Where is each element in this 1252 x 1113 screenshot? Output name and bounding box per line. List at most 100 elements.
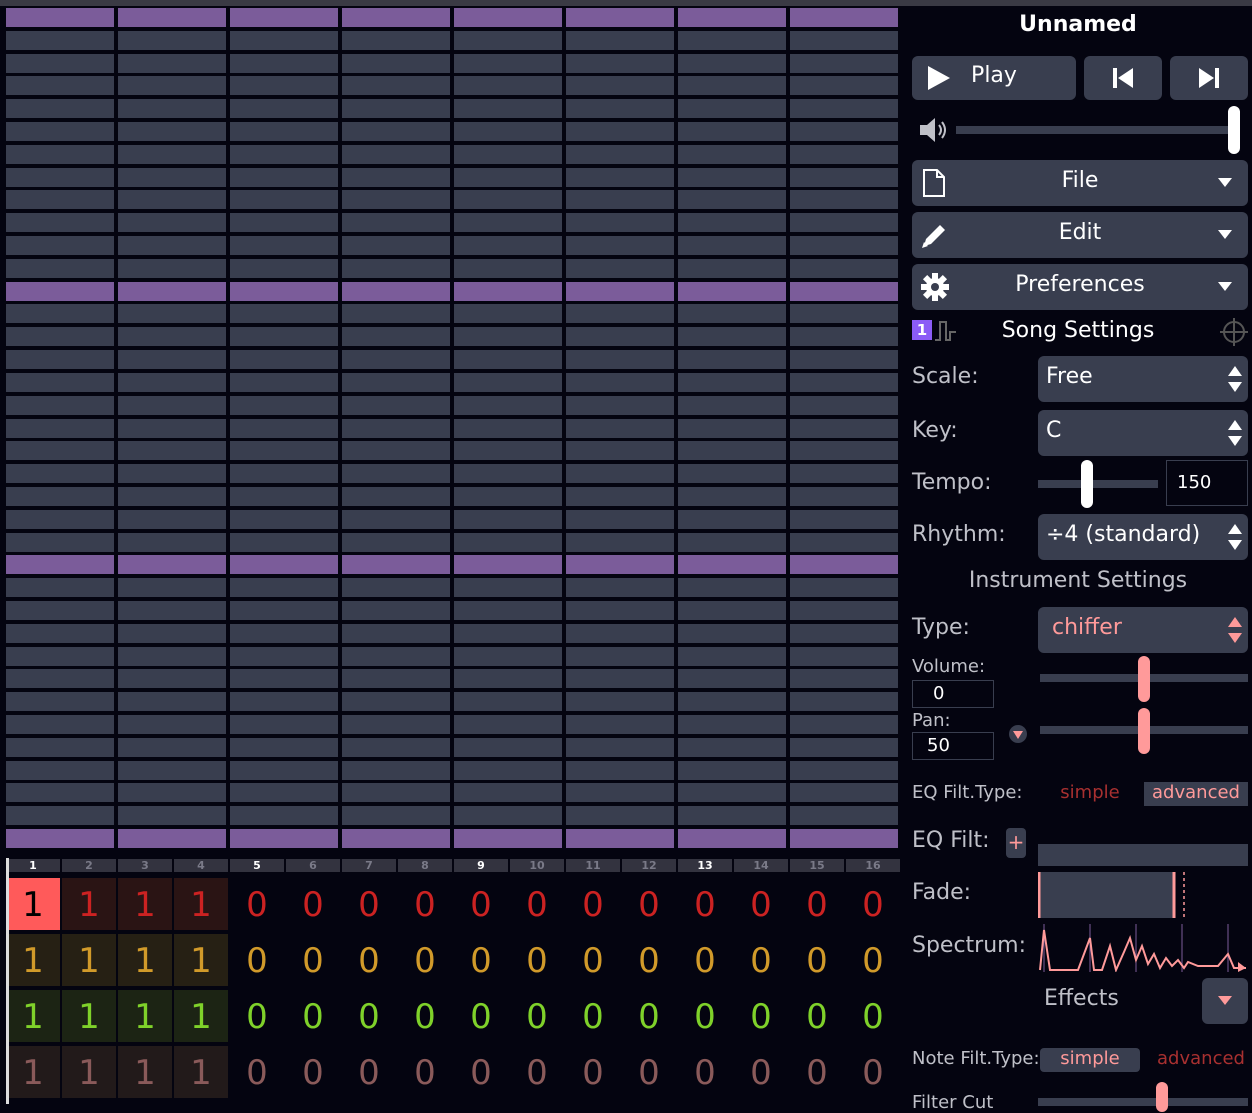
pattern-note-cell[interactable] bbox=[454, 395, 562, 415]
pattern-note-cell[interactable] bbox=[790, 190, 898, 210]
pattern-note-cell[interactable] bbox=[342, 714, 450, 734]
pattern-note-cell[interactable] bbox=[566, 372, 674, 392]
pattern-note-cell[interactable] bbox=[342, 623, 450, 643]
pattern-root-note-cell[interactable] bbox=[230, 281, 338, 301]
pattern-note-cell[interactable] bbox=[454, 122, 562, 142]
note-simple-option[interactable]: simple bbox=[1040, 1048, 1140, 1072]
pattern-note-cell[interactable] bbox=[566, 646, 674, 666]
pattern-note-cell[interactable] bbox=[678, 646, 786, 666]
pattern-note-cell[interactable] bbox=[230, 646, 338, 666]
pattern-root-note-cell[interactable] bbox=[118, 8, 226, 27]
pattern-number-cell[interactable]: 0 bbox=[286, 934, 340, 986]
pattern-note-cell[interactable] bbox=[6, 737, 114, 757]
pattern-note-cell[interactable] bbox=[230, 737, 338, 757]
pattern-note-cell[interactable] bbox=[230, 692, 338, 712]
pattern-note-cell[interactable] bbox=[230, 99, 338, 119]
pattern-note-cell[interactable] bbox=[230, 190, 338, 210]
pattern-note-cell[interactable] bbox=[678, 714, 786, 734]
pattern-number-cell[interactable]: 0 bbox=[790, 878, 844, 930]
pattern-root-note-cell[interactable] bbox=[454, 555, 562, 575]
pattern-note-cell[interactable] bbox=[118, 578, 226, 598]
pattern-number-cell[interactable]: 0 bbox=[510, 1046, 564, 1098]
pattern-note-cell[interactable] bbox=[790, 464, 898, 484]
pattern-note-cell[interactable] bbox=[230, 236, 338, 256]
pattern-root-note-cell[interactable] bbox=[230, 8, 338, 27]
pattern-note-cell[interactable] bbox=[566, 258, 674, 278]
pattern-root-note-cell[interactable] bbox=[790, 829, 898, 848]
pattern-number-cell[interactable]: 0 bbox=[790, 934, 844, 986]
pattern-note-cell[interactable] bbox=[454, 783, 562, 803]
pattern-note-cell[interactable] bbox=[566, 669, 674, 689]
next-bar-button[interactable] bbox=[1170, 56, 1248, 100]
pattern-note-cell[interactable] bbox=[230, 578, 338, 598]
pattern-root-note-cell[interactable] bbox=[566, 8, 674, 27]
pattern-note-cell[interactable] bbox=[230, 372, 338, 392]
pattern-note-cell[interactable] bbox=[566, 395, 674, 415]
pattern-note-cell[interactable] bbox=[230, 441, 338, 461]
tempo-slider[interactable] bbox=[1038, 480, 1158, 488]
track-editor[interactable]: 1111000000000000111100000000000011110000… bbox=[6, 878, 900, 1104]
pattern-note-cell[interactable] bbox=[678, 53, 786, 73]
pattern-note-cell[interactable] bbox=[790, 30, 898, 50]
pattern-note-cell[interactable] bbox=[566, 327, 674, 347]
pattern-note-cell[interactable] bbox=[790, 99, 898, 119]
note-advanced-option[interactable]: advanced bbox=[1154, 1048, 1248, 1069]
pattern-note-cell[interactable] bbox=[342, 372, 450, 392]
pattern-note-cell[interactable] bbox=[6, 441, 114, 461]
pattern-note-cell[interactable] bbox=[790, 144, 898, 164]
pattern-note-cell[interactable] bbox=[678, 692, 786, 712]
pattern-note-cell[interactable] bbox=[118, 806, 226, 826]
pattern-note-cell[interactable] bbox=[230, 53, 338, 73]
tempo-input[interactable]: 150 bbox=[1166, 460, 1248, 506]
pan-knob[interactable] bbox=[1138, 708, 1150, 754]
pattern-note-cell[interactable] bbox=[790, 350, 898, 370]
pattern-note-cell[interactable] bbox=[678, 578, 786, 598]
pattern-note-cell[interactable] bbox=[6, 486, 114, 506]
pattern-number-cell[interactable]: 0 bbox=[566, 878, 620, 930]
pattern-note-cell[interactable] bbox=[454, 99, 562, 119]
pattern-note-cell[interactable] bbox=[790, 486, 898, 506]
pattern-note-cell[interactable] bbox=[6, 806, 114, 826]
pattern-note-cell[interactable] bbox=[118, 600, 226, 620]
pattern-note-cell[interactable] bbox=[454, 669, 562, 689]
pattern-note-cell[interactable] bbox=[342, 327, 450, 347]
pattern-note-cell[interactable] bbox=[342, 600, 450, 620]
pattern-note-cell[interactable] bbox=[790, 213, 898, 233]
pattern-note-cell[interactable] bbox=[678, 76, 786, 96]
pattern-note-cell[interactable] bbox=[454, 258, 562, 278]
pattern-number-cell[interactable]: 1 bbox=[6, 934, 60, 986]
pattern-note-cell[interactable] bbox=[230, 122, 338, 142]
pattern-note-cell[interactable] bbox=[566, 441, 674, 461]
pattern-note-cell[interactable] bbox=[342, 395, 450, 415]
pattern-note-cell[interactable] bbox=[566, 714, 674, 734]
pattern-note-cell[interactable] bbox=[118, 509, 226, 529]
pattern-note-cell[interactable] bbox=[678, 418, 786, 438]
pattern-note-cell[interactable] bbox=[6, 532, 114, 552]
pattern-note-cell[interactable] bbox=[566, 532, 674, 552]
pattern-number-cell[interactable]: 0 bbox=[454, 878, 508, 930]
pattern-note-cell[interactable] bbox=[454, 441, 562, 461]
pattern-number-cell[interactable]: 0 bbox=[846, 878, 900, 930]
pattern-root-note-cell[interactable] bbox=[678, 829, 786, 848]
pattern-note-cell[interactable] bbox=[6, 76, 114, 96]
pattern-note-cell[interactable] bbox=[118, 236, 226, 256]
pattern-note-cell[interactable] bbox=[342, 167, 450, 187]
pattern-number-cell[interactable]: 0 bbox=[678, 878, 732, 930]
pattern-number-cell[interactable]: 1 bbox=[6, 990, 60, 1042]
instrument-type-select[interactable]: chiffer bbox=[1038, 607, 1248, 653]
pattern-number-cell[interactable]: 1 bbox=[62, 1046, 116, 1098]
pattern-number-cell[interactable]: 0 bbox=[230, 1046, 284, 1098]
pattern-root-note-cell[interactable] bbox=[454, 281, 562, 301]
pattern-number-cell[interactable]: 0 bbox=[734, 878, 788, 930]
pattern-note-cell[interactable] bbox=[454, 806, 562, 826]
pattern-note-cell[interactable] bbox=[790, 236, 898, 256]
pattern-root-note-cell[interactable] bbox=[342, 829, 450, 848]
pattern-note-cell[interactable] bbox=[342, 646, 450, 666]
pattern-note-cell[interactable] bbox=[6, 258, 114, 278]
pattern-note-cell[interactable] bbox=[230, 350, 338, 370]
pattern-note-cell[interactable] bbox=[118, 122, 226, 142]
pattern-number-cell[interactable]: 1 bbox=[174, 878, 228, 930]
pattern-note-cell[interactable] bbox=[678, 486, 786, 506]
pattern-note-cell[interactable] bbox=[342, 190, 450, 210]
pattern-note-cell[interactable] bbox=[6, 144, 114, 164]
